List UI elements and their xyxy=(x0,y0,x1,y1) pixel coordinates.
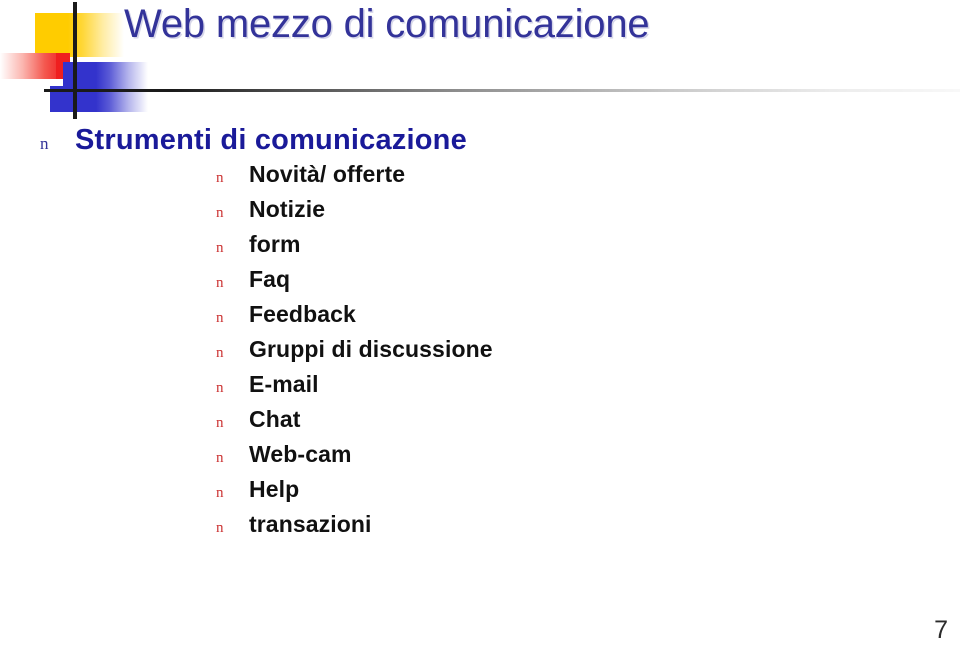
list-item-level1: n Strumenti di comunicazione xyxy=(0,123,960,157)
list-item: n Novità/ offerte xyxy=(0,161,960,196)
list-item-label: Notizie xyxy=(249,196,326,223)
bullet-marker-icon: n xyxy=(216,240,224,257)
list-item: n E-mail xyxy=(0,371,960,406)
logo-yellow-gradient xyxy=(68,13,124,57)
list-item-label: Novità/ offerte xyxy=(249,161,406,188)
bullet-marker-icon: n xyxy=(216,520,224,537)
logo-red-block xyxy=(56,53,70,79)
list-item-label: Gruppi di discussione xyxy=(249,336,493,363)
list-item: n Help xyxy=(0,476,960,511)
slide-body: n Strumenti di comunicazione n Novità/ o… xyxy=(0,123,960,546)
list-item: n Notizie xyxy=(0,196,960,231)
bullet-marker-icon: n xyxy=(216,310,224,327)
page-title: Web mezzo di comunicazione xyxy=(124,2,650,46)
header-horizontal-rule xyxy=(44,89,960,92)
list-item: n transazioni xyxy=(0,511,960,546)
logo-vertical-rule xyxy=(73,2,77,119)
slide-canvas: Web mezzo di comunicazione n Strumenti d… xyxy=(0,0,960,648)
bullet-marker-icon: n xyxy=(216,170,224,187)
bullet-marker-icon: n xyxy=(216,485,224,502)
list-item-label: Web-cam xyxy=(249,441,352,468)
bullet-marker-icon: n xyxy=(216,450,224,467)
bullet-marker-icon: n xyxy=(40,134,49,153)
bullet-marker-icon: n xyxy=(216,275,224,292)
list-item-label: Feedback xyxy=(249,301,356,328)
logo-blue-square xyxy=(63,62,96,112)
list-item-label: transazioni xyxy=(249,511,372,538)
bullet-marker-icon: n xyxy=(216,415,224,432)
logo-yellow-square xyxy=(35,13,68,57)
list-item: n Faq xyxy=(0,266,960,301)
bullet-marker-icon: n xyxy=(216,205,224,222)
list-item: n form xyxy=(0,231,960,266)
list-item: n Web-cam xyxy=(0,441,960,476)
list-item-label: Chat xyxy=(249,406,301,433)
list-item-label: Help xyxy=(249,476,300,503)
list-item-label: Faq xyxy=(249,266,291,293)
list-item-label: form xyxy=(249,231,301,258)
page-number: 7 xyxy=(934,616,948,644)
bullet-marker-icon: n xyxy=(216,345,224,362)
bullet-marker-icon: n xyxy=(216,380,224,397)
communication-tools-list: n Novità/ offerte n Notizie n form n Faq… xyxy=(0,161,960,546)
logo-red-gradient xyxy=(0,53,64,79)
list-item: n Gruppi di discussione xyxy=(0,336,960,371)
list-item: n Feedback xyxy=(0,301,960,336)
list-item-level1-label: Strumenti di comunicazione xyxy=(75,124,467,156)
logo-blue-gradient xyxy=(96,62,148,112)
list-item-label: E-mail xyxy=(249,371,319,398)
list-item: n Chat xyxy=(0,406,960,441)
